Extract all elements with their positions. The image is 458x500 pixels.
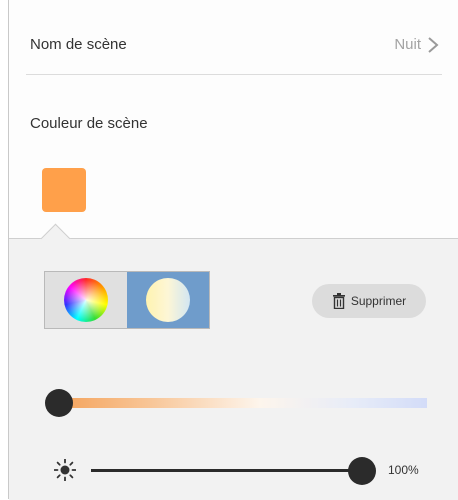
brightness-value: 100% [388,463,419,477]
color-picker-panel: Supprimer 100% [9,238,458,500]
scene-name-row[interactable]: Nom de scène Nuit [9,0,458,74]
scene-name-value: Nuit [394,36,421,53]
brightness-slider-track[interactable] [91,469,375,472]
scene-name-label: Nom de scène [30,36,127,53]
color-wheel-mode-button[interactable] [45,272,127,328]
color-temperature-slider-thumb[interactable] [45,389,73,417]
scene-color-swatch[interactable] [42,168,86,212]
brightness-slider-thumb[interactable] [348,457,376,485]
scene-color-label: Couleur de scène [30,115,148,132]
delete-button[interactable]: Supprimer [312,284,426,318]
divider [26,74,442,75]
delete-button-label: Supprimer [350,294,407,308]
white-temperature-icon [146,278,190,322]
sun-icon [54,459,76,481]
scene-settings-section: Nom de scène Nuit Couleur de scène [9,0,458,238]
color-temperature-slider-track[interactable] [56,398,427,408]
color-mode-selector [44,271,210,329]
trash-icon [332,293,345,309]
chevron-right-icon [428,37,439,53]
color-wheel-icon [64,278,108,322]
white-temperature-mode-button[interactable] [127,272,209,328]
